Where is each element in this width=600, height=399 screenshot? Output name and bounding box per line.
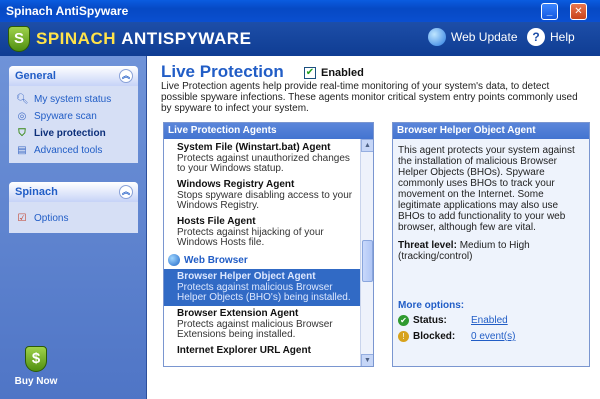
spinach-panel-header[interactable]: Spinach ︽ [9, 182, 138, 202]
collapse-chevron-icon[interactable]: ︽ [119, 185, 133, 199]
section-label: Web Browser [184, 254, 248, 266]
scrollbar-thumb[interactable] [362, 240, 373, 282]
scroll-up-icon[interactable]: ▲ [361, 139, 373, 152]
web-update-button[interactable]: Web Update [428, 28, 518, 46]
sidebar-item-spyware-scan[interactable]: ◎ Spyware scan [16, 108, 131, 125]
sidebar-item-my-system-status[interactable]: 🔍︎ My system status [16, 91, 131, 108]
main-content: Live Protection ✔ Enabled Live Protectio… [146, 56, 600, 399]
scan-icon: ◎ [17, 110, 27, 122]
collapse-chevron-icon[interactable]: ︽ [119, 69, 133, 83]
spinach-panel: Spinach ︽ ☑ Options [9, 182, 138, 233]
agents-scrollbar[interactable]: ▲ ▼ [360, 139, 373, 366]
sidebar-item-label: Live protection [34, 128, 106, 139]
window-title-bar: Spinach AntiSpyware _ ✕ [0, 0, 600, 22]
agent-detail-header: Browser Helper Object Agent [393, 123, 589, 139]
buy-now-label: Buy Now [14, 376, 58, 387]
agent-detail-body: This agent protects your system against … [398, 145, 575, 233]
enabled-checkbox[interactable]: ✔ Enabled [304, 67, 364, 79]
blocked-label: Blocked: [413, 331, 456, 342]
help-button[interactable]: ? Help [527, 28, 575, 46]
shield-icon: ⛉ [18, 127, 26, 139]
buy-now-button[interactable]: $ Buy Now [14, 346, 58, 387]
tools-icon: ▤ [17, 144, 27, 156]
general-panel: General ︽ 🔍︎ My system status ◎ Spyware … [9, 66, 138, 163]
agent-item-browser-extension[interactable]: Browser Extension Agent Protects against… [164, 306, 361, 343]
help-label: Help [550, 30, 575, 44]
blocked-events-link[interactable]: 0 event(s) [471, 331, 515, 342]
spinach-logo-icon: S [8, 26, 30, 52]
sidebar-item-options[interactable]: ☑ Options [16, 210, 131, 227]
globe-icon [168, 254, 180, 266]
agent-description: Protects against malicious Browser Helpe… [177, 282, 351, 303]
web-update-label: Web Update [451, 30, 518, 44]
agent-item-browser-helper-object[interactable]: Browser Helper Object Agent Protects aga… [164, 269, 361, 306]
page-description: Live Protection agents help provide real… [161, 81, 578, 114]
agent-item-hosts-file[interactable]: Hosts File Agent Protects against hijack… [164, 214, 361, 251]
sidebar-item-label: Options [34, 213, 69, 224]
status-label: Status: [413, 315, 447, 326]
sidebar-item-label: Advanced tools [34, 145, 103, 156]
general-panel-header[interactable]: General ︽ [9, 66, 138, 86]
agent-description: Stops spyware disabling access to your W… [177, 190, 353, 211]
general-panel-title: General [15, 70, 56, 82]
blocked-shield-icon: ! [398, 331, 409, 342]
options-icon: ☑ [17, 212, 27, 224]
page-title: Live Protection [161, 62, 284, 81]
enabled-label: Enabled [321, 67, 364, 79]
agent-name: Internet Explorer URL Agent [177, 345, 311, 356]
threat-level: Threat level: Medium to High (tracking/c… [393, 233, 589, 262]
app-name: SPINACH ANTISPYWARE [36, 29, 252, 48]
globe-icon [428, 28, 446, 46]
agent-item-system-file[interactable]: System File (Winstart.bat) Agent Protect… [164, 140, 361, 177]
help-icon: ? [527, 28, 545, 46]
sidebar-item-label: Spyware scan [34, 111, 97, 122]
sidebar-item-live-protection[interactable]: ⛉ Live protection [16, 125, 131, 142]
magnifier-icon: 🔍︎ [16, 93, 29, 105]
scroll-down-icon[interactable]: ▼ [361, 354, 373, 366]
agents-list[interactable]: System File (Winstart.bat) Agent Protect… [164, 139, 361, 366]
status-check-icon: ✔ [398, 315, 409, 326]
buy-now-shield-icon: $ [25, 346, 47, 372]
sidebar-item-label: My system status [34, 94, 112, 105]
sidebar: General ︽ 🔍︎ My system status ◎ Spyware … [0, 56, 146, 399]
agent-description: Protects against unauthorized changes to… [177, 153, 350, 174]
section-web-browser: Web Browser [164, 251, 361, 269]
sidebar-item-advanced-tools[interactable]: ▤ Advanced tools [16, 142, 131, 159]
status-row: ✔ Status: Enabled [398, 315, 508, 326]
agent-item-windows-registry[interactable]: Windows Registry Agent Stops spyware dis… [164, 177, 361, 214]
app-logo: S SPINACH ANTISPYWARE [8, 25, 251, 53]
agent-detail-panel: Browser Helper Object Agent This agent p… [392, 122, 590, 367]
agent-item-ie-url[interactable]: Internet Explorer URL Agent [164, 343, 361, 360]
threat-level-label: Threat level: [398, 240, 457, 251]
more-options-label: More options: [398, 300, 465, 311]
agent-description: Protects against hijacking of your Windo… [177, 227, 324, 248]
blocked-row: ! Blocked: 0 event(s) [398, 331, 515, 342]
minimize-icon[interactable]: _ [541, 3, 558, 20]
checkmark-icon: ✔ [304, 67, 316, 79]
spinach-panel-title: Spinach [15, 186, 58, 198]
app-header: S SPINACH ANTISPYWARE Web Update ? Help [0, 22, 600, 56]
agent-description: Protects against malicious Browser Exten… [177, 319, 333, 340]
window-title: Spinach AntiSpyware [6, 4, 129, 18]
close-icon[interactable]: ✕ [570, 3, 587, 20]
agents-list-header: Live Protection Agents [164, 123, 373, 139]
agents-list-panel: Live Protection Agents System File (Wins… [163, 122, 374, 367]
status-link[interactable]: Enabled [471, 315, 508, 326]
